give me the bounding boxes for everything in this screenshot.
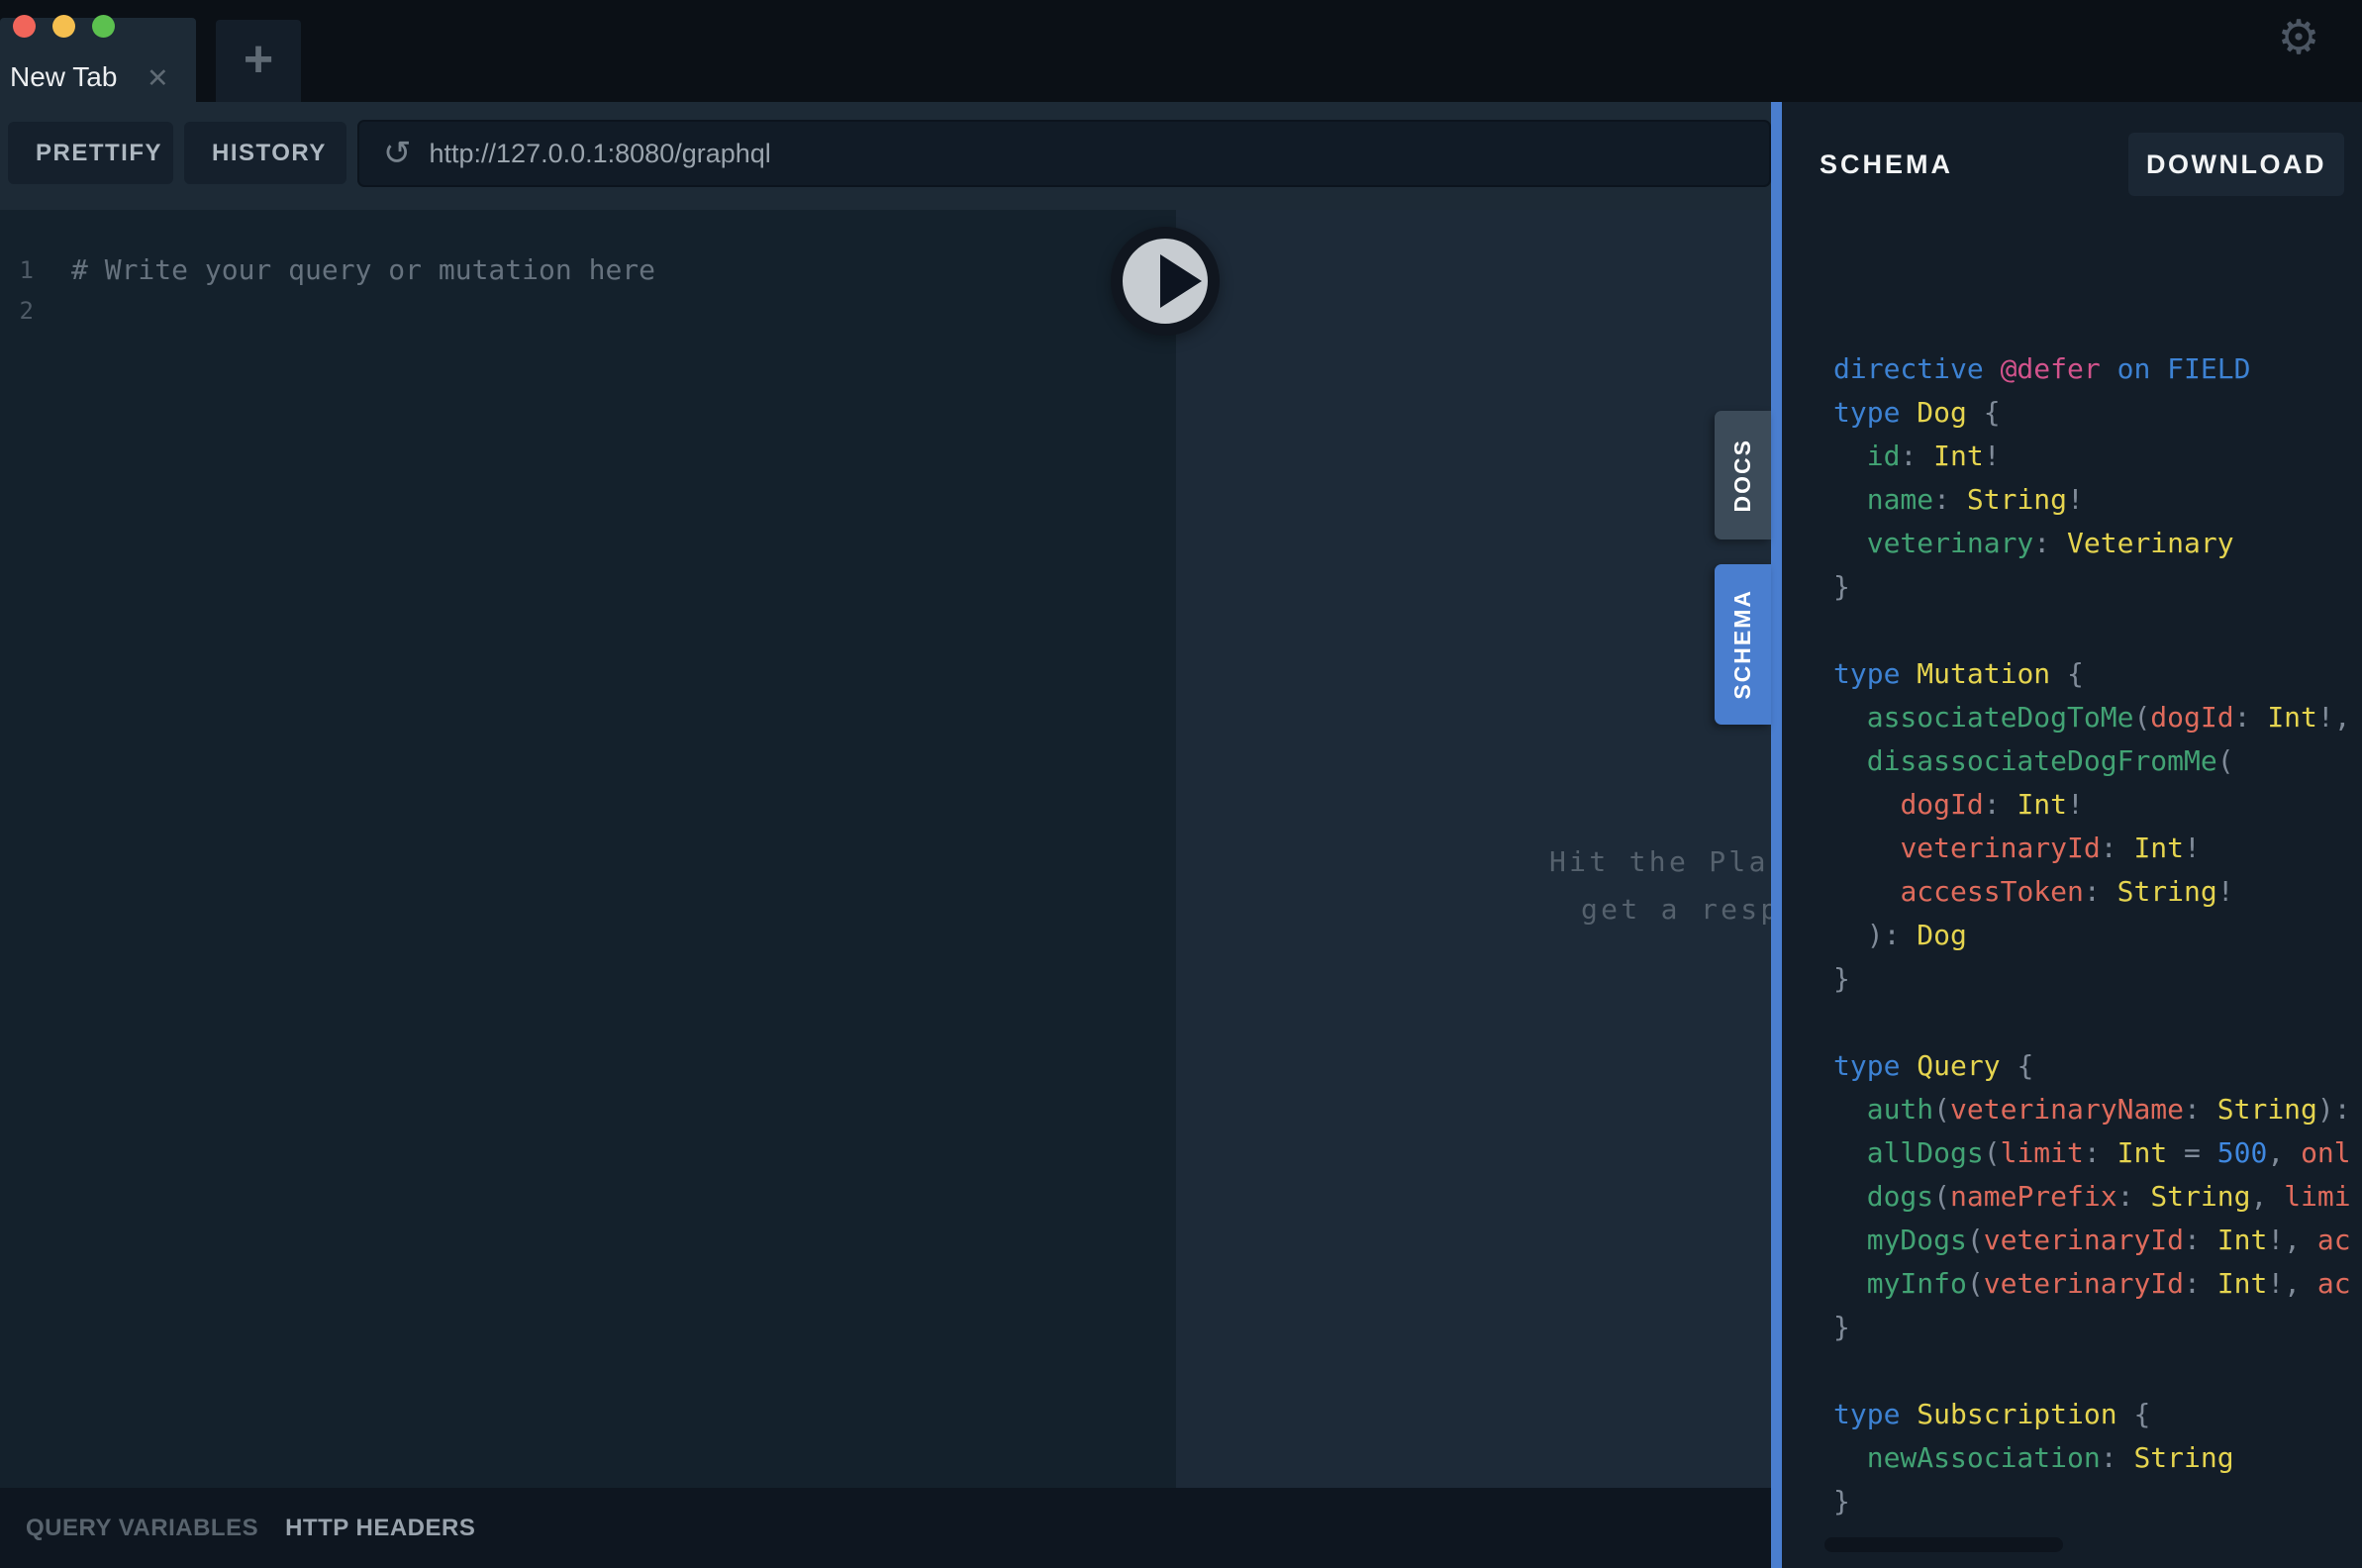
schema-code-line: accessToken: String!: [1900, 875, 2234, 908]
query-editor-pane[interactable]: 1 # Write your query or mutation here 2: [0, 210, 1176, 1488]
schema-code-line: myInfo(veterinaryId: Int!, ac: [1866, 1267, 2351, 1300]
endpoint-url-bar: ↺: [357, 120, 1771, 187]
editor-line: 2: [0, 290, 1176, 331]
schema-panel-accent-border: [1771, 102, 1782, 1568]
query-editor-lines: 1 # Write your query or mutation here 2: [0, 210, 1176, 331]
schema-code-line: [1833, 1001, 2362, 1044]
plus-icon: +: [243, 30, 274, 88]
query-variables-tab[interactable]: QUERY VARIABLES: [26, 1515, 258, 1542]
window-minimize-button[interactable]: [52, 15, 75, 38]
endpoint-url-input[interactable]: [429, 138, 1769, 169]
editor-line-text: # Write your query or mutation here: [71, 253, 656, 286]
reload-icon[interactable]: ↺: [383, 137, 412, 170]
schema-code-line: directive @defer on FIELD: [1833, 352, 2251, 385]
docs-side-tab[interactable]: DOCS: [1715, 411, 1771, 539]
schema-side-tab[interactable]: SCHEMA: [1715, 564, 1771, 725]
schema-code-line: name: String!: [1866, 483, 2084, 516]
schema-code-line: type Subscription {: [1833, 1398, 2151, 1430]
window-zoom-button[interactable]: [92, 15, 115, 38]
schema-code-line: allDogs(limit: Int = 500, onl: [1866, 1136, 2351, 1169]
schema-code-line: }: [1833, 962, 1850, 995]
schema-code-line: }: [1833, 1311, 1850, 1343]
schema-code-line: associateDogToMe(dogId: Int!,: [1866, 701, 2351, 734]
tab-title: New Tab: [10, 61, 118, 92]
tab-bar: New Tab ✕ + ⚙: [0, 0, 2362, 102]
new-tab-button[interactable]: +: [216, 20, 301, 102]
schema-code-line: }: [1833, 1485, 1850, 1518]
docs-side-tab-label: DOCS: [1729, 438, 1755, 513]
window-controls: [13, 15, 115, 38]
schema-panel: SCHEMA DOWNLOAD directive @defer on FIEL…: [1782, 102, 2362, 1568]
editor-line: 1 # Write your query or mutation here: [0, 249, 1176, 290]
schema-code-line: }: [1833, 570, 1850, 603]
download-schema-button[interactable]: DOWNLOAD: [2128, 133, 2344, 196]
settings-gear-icon[interactable]: ⚙: [2273, 10, 2324, 69]
schema-code-line: auth(veterinaryName: String):: [1866, 1093, 2351, 1126]
schema-code-line: ): Dog: [1833, 919, 1967, 951]
schema-code-line: [1833, 1349, 2362, 1393]
http-headers-tab[interactable]: HTTP HEADERS: [285, 1515, 475, 1542]
schema-code-line: type Dog {: [1833, 396, 2001, 429]
schema-horizontal-scrollbar[interactable]: [1824, 1537, 2063, 1552]
schema-code-line: myDogs(veterinaryId: Int!, ac: [1866, 1224, 2351, 1256]
line-number: 1: [19, 255, 34, 284]
schema-code-line: id: Int!: [1866, 440, 2001, 472]
schema-code-line: veterinaryId: Int!: [1900, 832, 2201, 864]
schema-side-tab-label: SCHEMA: [1729, 589, 1755, 700]
schema-code: directive @defer on FIELD type Dog { id: …: [1782, 347, 2362, 1568]
bottom-panel-bar: QUERY VARIABLES HTTP HEADERS: [0, 1488, 1771, 1568]
schema-code-line: type Mutation {: [1833, 657, 2084, 690]
schema-code-line: newAssociation: String: [1866, 1441, 2234, 1474]
schema-panel-title: SCHEMA: [1820, 149, 1954, 179]
close-tab-icon[interactable]: ✕: [147, 63, 169, 94]
schema-code-line: [1833, 609, 2362, 652]
prettify-button[interactable]: PRETTIFY: [8, 122, 173, 184]
play-icon: [1160, 254, 1202, 308]
schema-code-line: dogId: Int!: [1900, 788, 2084, 821]
response-placeholder-line1: Hit the Pla: [1549, 845, 1769, 878]
schema-code-line: disassociateDogFromMe(: [1866, 744, 2234, 777]
line-number: 2: [19, 296, 34, 325]
response-placeholder-line2: get a resp: [1581, 893, 1781, 926]
toolbar: PRETTIFY HISTORY ↺: [0, 102, 1771, 210]
history-button[interactable]: HISTORY: [184, 122, 346, 184]
schema-code-line: type Query {: [1833, 1049, 2034, 1082]
window-close-button[interactable]: [13, 15, 36, 38]
execute-play-button[interactable]: [1111, 227, 1220, 336]
schema-code-line: veterinary: Veterinary: [1866, 527, 2234, 559]
schema-code-line: dogs(namePrefix: String, limi: [1866, 1180, 2351, 1213]
